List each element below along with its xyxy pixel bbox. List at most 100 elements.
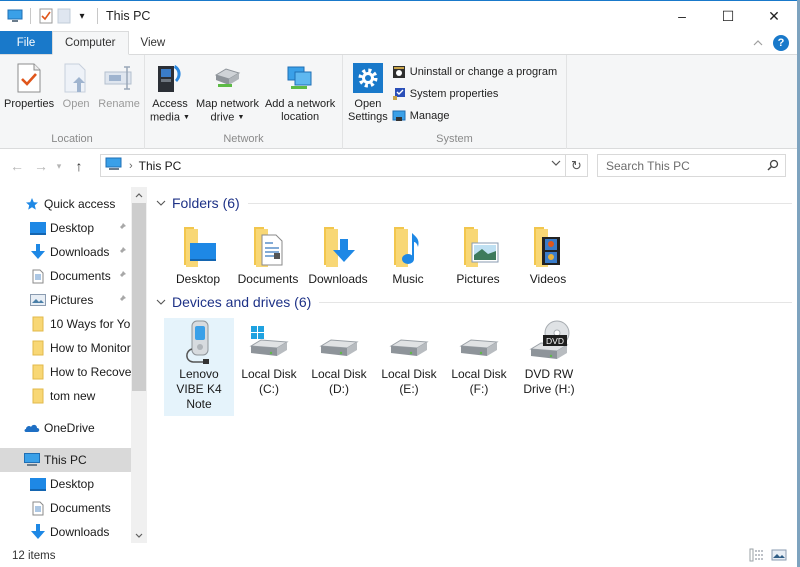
large-icons-view-icon[interactable]: [771, 548, 787, 565]
uninstall-program-button[interactable]: Uninstall or change a program: [391, 63, 557, 81]
quick-access-toolbar: ▾ This PC: [0, 1, 150, 31]
drive-tile-d[interactable]: Local Disk (D:): [304, 318, 374, 397]
minimize-button[interactable]: –: [659, 1, 705, 31]
folder-tile-music[interactable]: Music: [373, 223, 443, 287]
folder-tile-downloads[interactable]: Downloads: [303, 223, 373, 287]
devices-section-header[interactable]: Devices and drives (6): [156, 294, 792, 310]
group-label-network: Network: [223, 133, 264, 145]
device-label: Lenovo VIBE K4 Note: [176, 367, 222, 411]
properties-icon[interactable]: [37, 7, 55, 25]
drive-tile-f[interactable]: Local Disk (F:): [444, 318, 514, 397]
tab-file[interactable]: File: [0, 31, 52, 54]
customize-toolbar-icon[interactable]: ▾: [73, 7, 91, 25]
device-tile-lenovo-phone[interactable]: Lenovo VIBE K4 Note: [164, 318, 234, 416]
nav-item-desktop[interactable]: Desktop: [0, 216, 131, 240]
network-drive-icon: [210, 61, 244, 95]
folder-tile-desktop[interactable]: Desktop: [163, 223, 233, 287]
documents-folder-icon: [244, 223, 292, 271]
address-dropdown-icon[interactable]: [551, 158, 561, 169]
nav-item-quick-access[interactable]: Quick access: [0, 192, 131, 216]
media-icon: [153, 61, 187, 95]
folder-icon: [30, 316, 46, 332]
drive-label: Local Disk (C:): [241, 367, 297, 396]
collapse-chevron-icon[interactable]: [156, 296, 166, 308]
nav-scrollbar[interactable]: [131, 187, 147, 543]
scroll-down-button[interactable]: [131, 527, 147, 543]
folder-icon: [30, 388, 46, 404]
drive-tile-e[interactable]: Local Disk (E:): [374, 318, 444, 397]
breadcrumb-separator[interactable]: ›: [129, 160, 133, 172]
videos-folder-icon: [524, 223, 572, 271]
folders-section-header[interactable]: Folders (6): [156, 195, 792, 211]
tab-computer[interactable]: Computer: [52, 31, 129, 55]
forward-button[interactable]: →: [30, 155, 52, 177]
system-properties-button[interactable]: System properties: [391, 85, 557, 103]
new-folder-icon[interactable]: [55, 7, 73, 25]
nav-item-this-pc-downloads[interactable]: Downloads: [0, 520, 131, 544]
pin-icon[interactable]: [117, 221, 127, 235]
nav-item-folder-how-to-monitor[interactable]: How to Monitor: [0, 336, 131, 360]
maximize-button[interactable]: ☐: [705, 1, 751, 31]
folder-tile-videos[interactable]: Videos: [513, 223, 583, 287]
nav-item-folder-tom-new[interactable]: tom new: [0, 384, 131, 408]
document-icon: [30, 268, 46, 284]
drive-label: Local Disk (F:): [451, 367, 507, 396]
manage-button[interactable]: Manage: [391, 107, 557, 125]
drive-tile-c[interactable]: Local Disk (C:): [234, 318, 304, 397]
folder-tile-pictures[interactable]: Pictures: [443, 223, 513, 287]
toolbar-separator: [30, 8, 31, 24]
address-bar[interactable]: › This PC: [100, 154, 566, 177]
ribbon-tabs: File Computer View ?: [0, 31, 797, 55]
downloads-folder-icon: [314, 223, 362, 271]
details-view-icon[interactable]: [749, 548, 765, 565]
view-switcher: [749, 548, 787, 565]
add-network-location-label: Add a network location: [264, 98, 336, 123]
nav-item-this-pc[interactable]: This PC: [0, 448, 131, 472]
close-button[interactable]: ✕: [751, 1, 797, 31]
nav-item-documents[interactable]: Documents: [0, 264, 131, 288]
desktop-icon: [30, 220, 46, 236]
uninstall-icon: [391, 64, 407, 80]
nav-item-pictures[interactable]: Pictures: [0, 288, 131, 312]
window-title: This PC: [106, 9, 151, 23]
tab-view[interactable]: View: [129, 31, 178, 54]
pictures-folder-icon: [454, 223, 502, 271]
search-input[interactable]: [606, 158, 756, 173]
scroll-thumb[interactable]: [132, 203, 146, 391]
nav-item-this-pc-desktop[interactable]: Desktop: [0, 472, 131, 496]
refresh-button[interactable]: ↻: [566, 154, 588, 177]
drive-tile-dvd-h[interactable]: DVD DVD RW Drive (H:): [514, 318, 584, 397]
up-button[interactable]: ↑: [68, 155, 90, 177]
search-box[interactable]: [597, 154, 786, 177]
nav-item-folder-10-ways[interactable]: 10 Ways for You: [0, 312, 131, 336]
collapse-chevron-icon[interactable]: [156, 197, 166, 209]
folders-section-title: Folders (6): [172, 195, 240, 211]
download-icon: [30, 524, 46, 540]
uninstall-label: Uninstall or change a program: [409, 66, 558, 78]
navigation-pane: Quick access Desktop Downloads Documents…: [0, 187, 147, 543]
collapse-ribbon-icon[interactable]: [753, 37, 763, 49]
breadcrumb-this-pc[interactable]: This PC: [139, 159, 182, 173]
recent-locations-button[interactable]: ▾: [52, 155, 66, 177]
drive-label: Local Disk (E:): [381, 367, 437, 396]
breadcrumb: › This PC: [105, 157, 181, 174]
scroll-up-button[interactable]: [131, 187, 147, 203]
search-icon[interactable]: [767, 159, 779, 174]
ribbon-right-controls: ?: [753, 31, 797, 54]
back-button[interactable]: ←: [6, 155, 28, 177]
nav-item-folder-how-to-recover[interactable]: How to Recover: [0, 360, 131, 384]
group-label-system: System: [436, 133, 473, 145]
folder-tile-documents[interactable]: Documents: [233, 223, 303, 287]
pin-icon[interactable]: [117, 269, 127, 283]
title-bar: ▾ This PC – ☐ ✕: [0, 1, 797, 31]
section-divider: [319, 301, 792, 303]
nav-item-this-pc-documents[interactable]: Documents: [0, 496, 131, 520]
nav-item-downloads[interactable]: Downloads: [0, 240, 131, 264]
rename-label: Rename: [98, 98, 140, 110]
nav-item-onedrive[interactable]: OneDrive: [0, 416, 131, 440]
ribbon: Properties Open Rename Location Access m…: [0, 55, 797, 149]
pictures-icon: [30, 292, 46, 308]
pin-icon[interactable]: [117, 245, 127, 259]
help-icon[interactable]: ?: [773, 34, 789, 51]
pin-icon[interactable]: [117, 293, 127, 307]
